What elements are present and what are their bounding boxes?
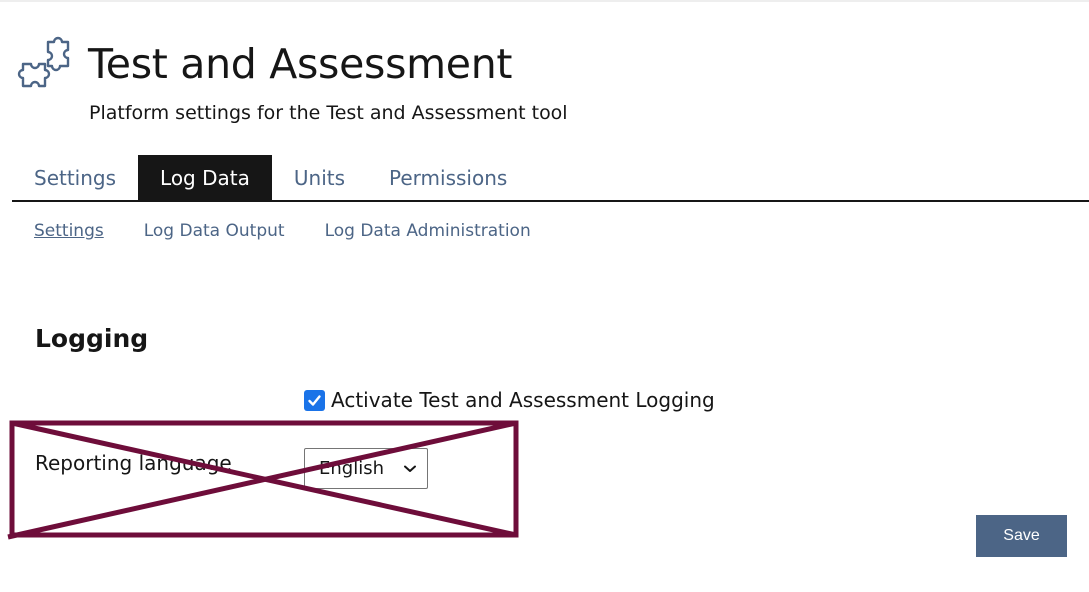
tab-bar: Settings Log Data Units Permissions [12,155,1089,202]
reporting-language-select[interactable]: English [304,448,428,489]
tab-settings[interactable]: Settings [12,155,138,200]
section-title-logging: Logging [35,324,149,353]
page-header: Test and Assessment [14,34,512,94]
activate-logging-label: Activate Test and Assessment Logging [331,388,715,412]
tab-units[interactable]: Units [272,155,367,200]
overlay-line-up [7,420,517,540]
top-divider [0,0,1089,2]
overlay-line-down [11,420,517,538]
reporting-language-value: English [319,458,384,479]
subtab-log-data-output[interactable]: Log Data Output [144,221,285,241]
reporting-language-label: Reporting language [35,451,232,475]
subtab-settings[interactable]: Settings [34,221,104,241]
chevron-down-icon [403,462,417,476]
subtab-bar: Settings Log Data Output Log Data Admini… [34,221,531,241]
save-button[interactable]: Save [976,515,1067,557]
page-title: Test and Assessment [88,40,513,88]
activate-logging-row: Activate Test and Assessment Logging [304,388,715,412]
activate-logging-checkbox[interactable] [304,389,325,411]
puzzle-icon [14,33,76,95]
overlay-box [9,420,519,538]
tab-permissions[interactable]: Permissions [367,155,529,200]
page-subtitle: Platform settings for the Test and Asses… [89,102,568,124]
subtab-log-data-administration[interactable]: Log Data Administration [325,221,531,241]
tab-log-data[interactable]: Log Data [138,155,272,200]
checkmark-icon [308,394,321,406]
